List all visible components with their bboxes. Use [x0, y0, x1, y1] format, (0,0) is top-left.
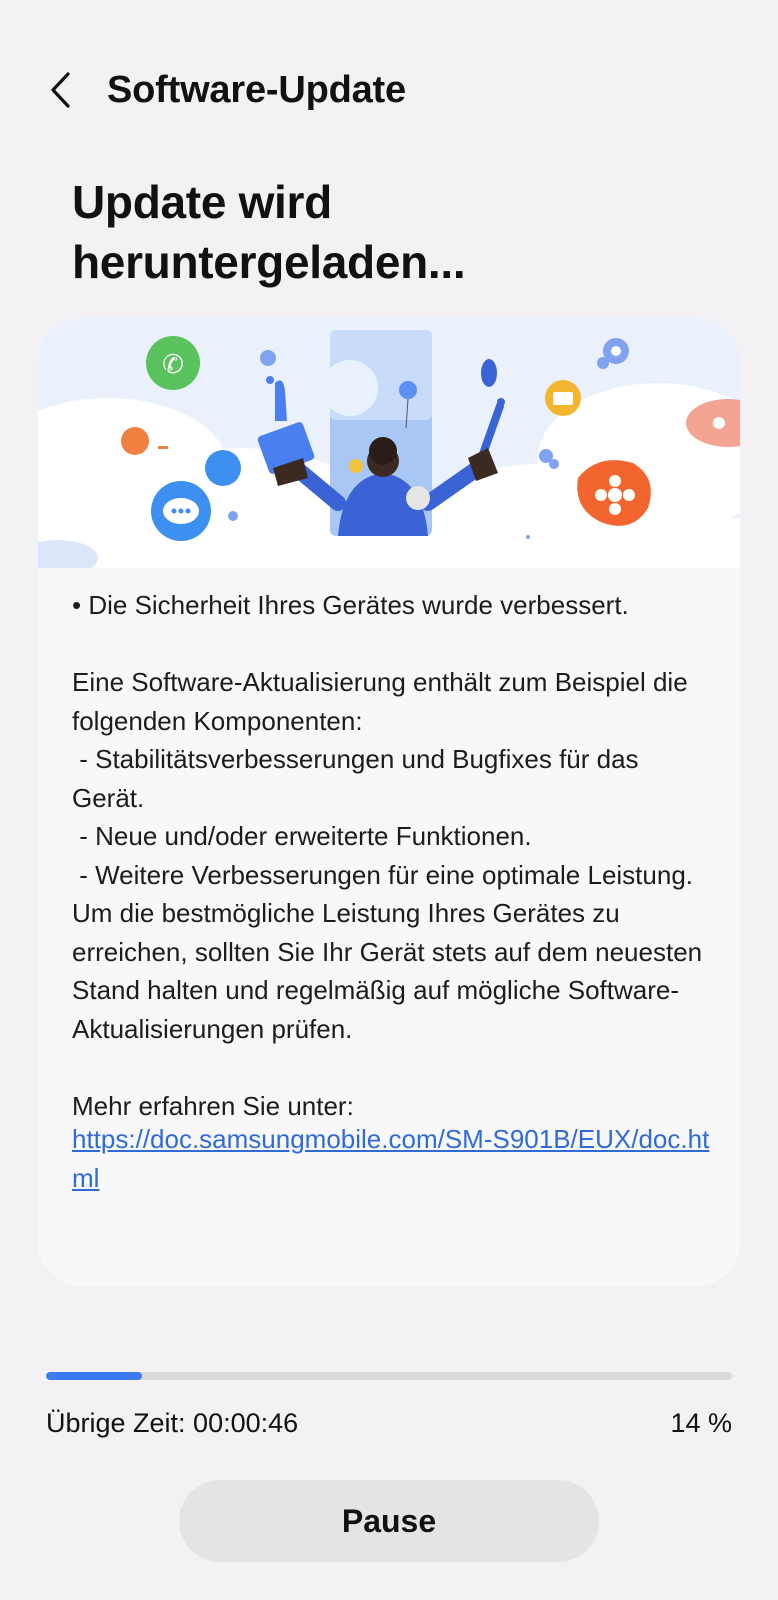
back-button[interactable] [40, 70, 80, 110]
progress-percent: 14 % [670, 1408, 732, 1438]
update-illustration: ✆ [38, 318, 740, 568]
release-notes-text: • Die Sicherheit Ihres Gerätes wurde ver… [72, 590, 703, 1121]
software-update-screen: Software-Update Update wird heruntergela… [0, 0, 778, 1600]
page-title: Software-Update [107, 69, 406, 111]
app-bar: Software-Update [0, 60, 778, 120]
release-notes-card: ✆ • Die Sicherheit Ihres Gerätes wurde v… [38, 318, 740, 1286]
svg-text:✆: ✆ [162, 350, 184, 380]
remaining-time: Übrige Zeit: 00:00:46 [46, 1408, 299, 1438]
pause-button[interactable]: Pause [179, 1480, 599, 1562]
folder-app-icon [545, 380, 581, 416]
download-progress-fill [46, 1372, 143, 1380]
release-notes-link[interactable]: https://doc.samsungmobile.com/SM-S901B/E… [72, 1120, 712, 1197]
download-status-heading: Update wird heruntergeladen... [72, 176, 466, 288]
phone-app-icon: ✆ [146, 336, 200, 390]
chevron-left-icon [51, 72, 70, 108]
download-progress-bar [46, 1372, 732, 1380]
